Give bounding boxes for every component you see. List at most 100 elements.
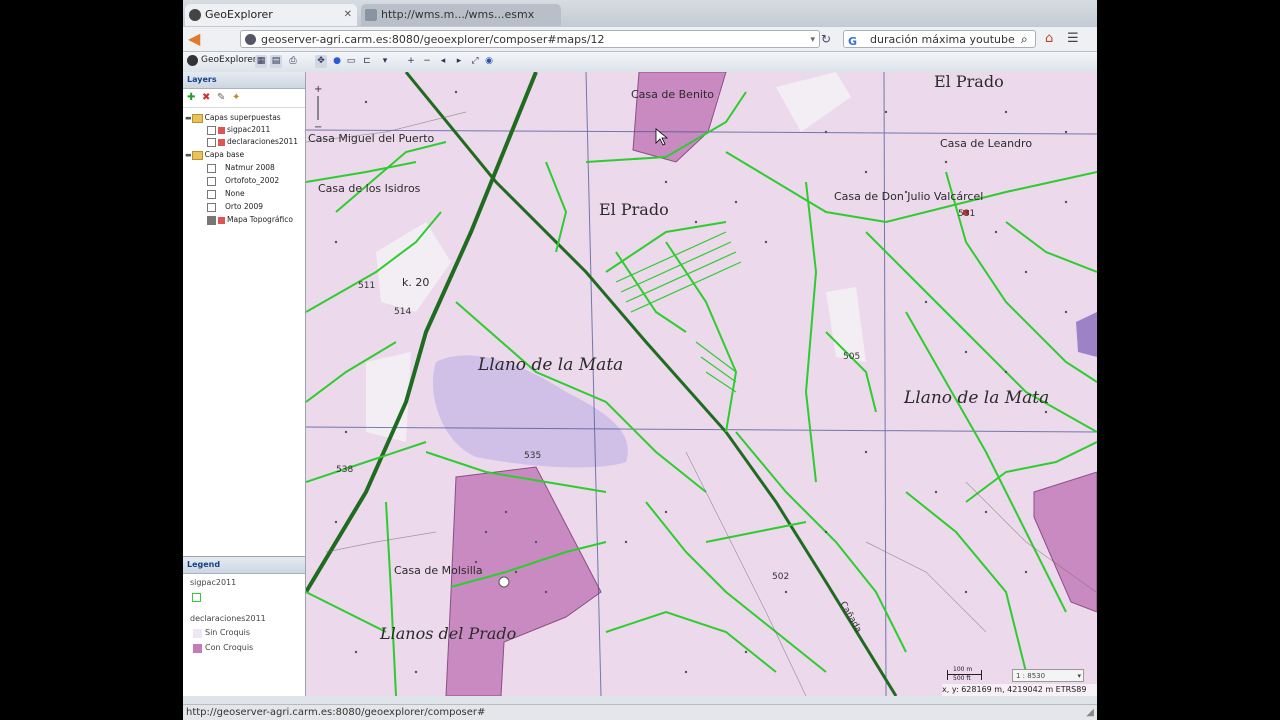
tab-wms[interactable]: http://wms.m.../wms...esmx [361,4,561,26]
parcel-con-croquis [1033,471,1097,613]
add-layer-icon[interactable]: ✚ [187,92,198,103]
map-label: 502 [772,572,790,582]
stripe-parcels [615,231,742,393]
map-properties-icon[interactable]: ▦ [255,55,267,68]
remove-layer-icon[interactable]: ✖ [202,92,213,103]
globe-3d-icon[interactable]: ◉ [483,55,495,68]
map-label: Llanos del Prado [380,624,517,643]
map-label: 511 [358,281,376,291]
measure-dropdown-icon[interactable]: ▾ [379,55,391,68]
legend-swatch-sigpac [192,593,201,602]
layer-icon [218,216,225,224]
app-title-text: GeoExplorer [201,55,257,65]
map-viewport[interactable]: + − El Prado Casa de Benito Casa de Lean… [306,72,1097,696]
menu-icon[interactable]: ☰ [1067,30,1087,48]
map-label: El Prado [934,72,1004,91]
browser-window: GeoExplorer ✕ http://wms.m.../wms...esmx… [183,0,1097,720]
map-label: Casa de Benito [631,88,715,101]
save-map-icon[interactable]: ▤ [270,55,282,68]
layer-item-declaraciones2011[interactable]: declaraciones2011 [207,136,298,148]
map-label: Casa de Molsilla [394,564,483,577]
layer-radio[interactable] [207,176,216,186]
page-icon [365,9,377,21]
layer-icon [218,138,225,146]
history-dropdown-icon[interactable]: ▾ [810,31,815,49]
zoom-previous-icon[interactable]: ◂ [437,55,449,68]
geoexplorer-logo-icon [187,55,198,66]
legend-panel-title: Legend [183,557,305,574]
layer-checkbox[interactable] [207,125,216,135]
zoom-extent-icon[interactable]: ⤢ [469,55,481,68]
legend-entry-sin-croquis: Sin Croquis [205,628,251,637]
parcel-blue [1076,312,1097,357]
search-text: duración máxima youtube [870,33,1015,46]
group-label: Capa base [204,150,245,159]
panel-footer [183,696,1097,704]
group-capas-superpuestas[interactable]: ▬ Capas superpuestas [185,112,281,124]
query-icon[interactable]: ▭ [345,55,357,68]
zoom-in-map-icon: + [314,84,322,95]
app-toolbar: GeoExplorer ▦ ▤ ⎙ ✥ ● ▭ ⊏ ▾ + − ◂ ▸ ⤢ ◉ [183,52,1097,73]
map-label: 538 [336,465,354,475]
pan-icon[interactable]: ✥ [315,55,327,68]
layer-label: Natmur 2008 [225,163,275,172]
layer-label: Ortofoto_2002 [225,176,280,185]
layers-toolbar: ✚ ✖ ✎ ✦ [183,89,305,108]
map-label: k. 20 [402,276,430,289]
scale-bar: 100 m 500 ft [947,666,1007,682]
reload-icon[interactable]: ↻ [821,30,835,48]
layer-label: sigpac2011 [227,125,271,134]
map-label: 514 [394,307,412,317]
print-icon[interactable]: ⎙ [287,55,299,68]
address-bar[interactable]: geoserver-agri.carm.es:8080/geoexplorer/… [240,30,820,48]
status-bar: http://geoserver-agri.carm.es:8080/geoex… [183,704,1097,720]
close-tab-icon[interactable]: ✕ [344,4,352,26]
map-label: 531 [958,209,976,219]
back-arrow-icon[interactable]: ◀ [188,30,208,48]
map-canvas: + − [306,72,1097,696]
measure-icon[interactable]: ⊏ [361,55,373,68]
white-patch [366,352,411,442]
folder-icon [191,150,203,160]
base-layer-none[interactable]: None [207,188,245,200]
layer-radio[interactable] [207,163,216,173]
zoom-out-icon[interactable]: − [421,55,433,68]
site-identity-icon [245,34,256,45]
search-icon[interactable]: ⌕ [1021,30,1035,48]
zoom-in-icon[interactable]: + [405,55,417,68]
layer-item-sigpac2011[interactable]: sigpac2011 [207,124,270,136]
search-input[interactable]: G duración máxima youtube [843,30,1036,48]
layer-radio[interactable] [207,202,216,212]
zoom-next-icon[interactable]: ▸ [453,55,465,68]
scale-select[interactable]: 1 : 8530 ▾ [1012,669,1084,682]
layer-label: declaraciones2011 [227,137,299,146]
layer-label: Orto 2009 [225,202,263,211]
tab-label: GeoExplorer [205,8,273,21]
layer-label: None [225,189,245,198]
map-label: Llano de la Mata [478,355,624,375]
group-capa-base[interactable]: ▬ Capa base [185,149,244,161]
base-layer-orto2009[interactable]: Orto 2009 [207,201,263,213]
legend-swatch-con-croquis [193,644,202,653]
layer-radio[interactable] [207,215,216,225]
map-label: Casa de los Isidros [318,182,421,195]
scale-select-value: 1 : 8530 [1016,672,1046,680]
base-layer-ortofoto[interactable]: Ortofoto_2002 [207,175,279,187]
map-label: 535 [524,451,542,461]
map-label: 505 [843,352,861,362]
tab-label: http://wms.m.../wms...esmx [381,8,535,21]
home-icon[interactable]: ⌂ [1045,30,1061,48]
tab-bar: GeoExplorer ✕ http://wms.m.../wms...esmx [183,0,1097,27]
base-layer-natmur[interactable]: Natmur 2008 [207,162,275,174]
zoom-control[interactable]: + − [314,84,322,133]
layer-checkbox[interactable] [207,137,216,147]
style-icon[interactable]: ✦ [232,92,243,103]
layer-properties-icon[interactable]: ✎ [217,92,228,103]
utm-grid [306,72,1097,696]
tab-geoexplorer[interactable]: GeoExplorer ✕ [185,4,357,26]
layer-radio[interactable] [207,189,216,199]
base-layer-topografico[interactable]: Mapa Topográfico [207,214,293,226]
info-icon[interactable]: ● [331,55,343,68]
legend-entry-con-croquis: Con Croquis [205,643,254,652]
mouse-position: x, y: 628169 m, 4219042 m ETRS89 [942,684,1097,696]
